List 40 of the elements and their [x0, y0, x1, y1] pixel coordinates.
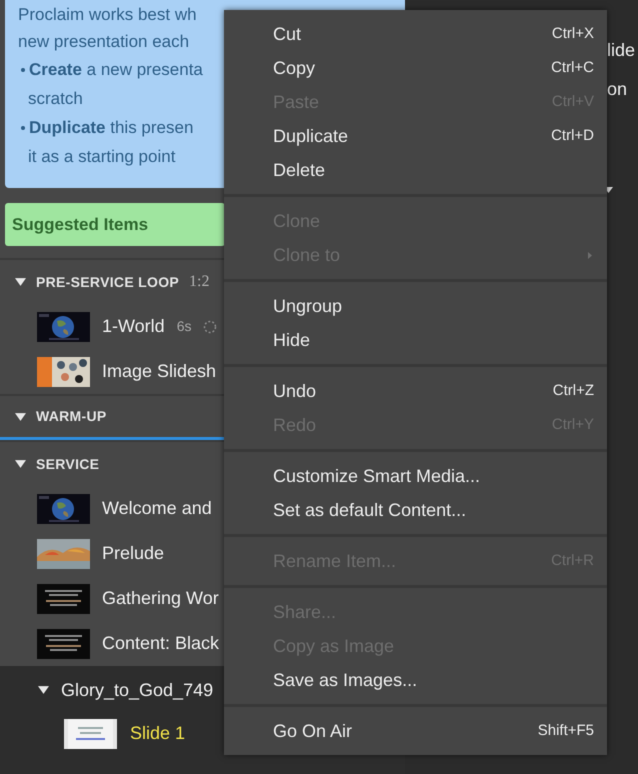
bullet-icon — [21, 126, 25, 130]
menu-item[interactable]: Set as default Content... — [224, 493, 607, 527]
info-text: Proclaim works best wh — [18, 4, 197, 26]
suggested-items-bar[interactable]: Suggested Items — [5, 203, 225, 246]
section-title: WARM-UP — [36, 407, 107, 426]
section-title: PRE-SERVICE LOOP — [36, 272, 180, 292]
menu-item[interactable]: Cut Ctrl+X — [224, 17, 607, 51]
description-text: lide — [607, 39, 636, 62]
item-title: 1-World — [102, 315, 165, 338]
item-title: Prelude — [102, 542, 164, 565]
info-text: Duplicate this presen — [29, 116, 194, 139]
section-time: 1:2 — [189, 272, 210, 292]
info-text: Create a new presenta — [29, 58, 203, 81]
menu-item[interactable]: Duplicate Ctrl+D — [224, 119, 607, 153]
menu-item[interactable]: Go On Air Shift+F5 — [224, 714, 607, 748]
menu-item[interactable]: Save as Images... — [224, 663, 607, 697]
info-text: it as a starting point — [28, 146, 176, 168]
section-title: SERVICE — [36, 454, 100, 474]
expand-triangle-icon — [15, 278, 26, 286]
suggested-items-label: Suggested Items — [12, 214, 148, 236]
menu-item[interactable]: Delete — [224, 153, 607, 187]
info-text: new presentation each — [18, 31, 190, 53]
group-title: Glory_to_God_749 — [61, 678, 214, 702]
expand-triangle-icon — [15, 460, 26, 468]
item-title: Content: Black — [102, 632, 220, 655]
description-text: on — [607, 78, 628, 101]
expand-triangle-icon — [15, 412, 26, 420]
menu-item[interactable]: Customize Smart Media... — [224, 459, 607, 493]
menu-item[interactable]: Ungroup — [224, 289, 607, 323]
expand-triangle-icon — [38, 686, 49, 694]
spinner-icon — [203, 320, 218, 334]
info-text: scratch — [28, 88, 83, 110]
bullet-icon — [21, 68, 25, 72]
slide-title: Slide 1 — [130, 722, 186, 745]
menu-item[interactable]: Copy Ctrl+C — [224, 51, 607, 85]
item-title: Gathering Wor — [102, 587, 219, 610]
menu-item[interactable]: Hide — [224, 323, 607, 357]
item-title: Image Slidesh — [102, 360, 216, 383]
item-title: Welcome and — [102, 497, 212, 520]
item-duration: 6s — [176, 317, 192, 336]
